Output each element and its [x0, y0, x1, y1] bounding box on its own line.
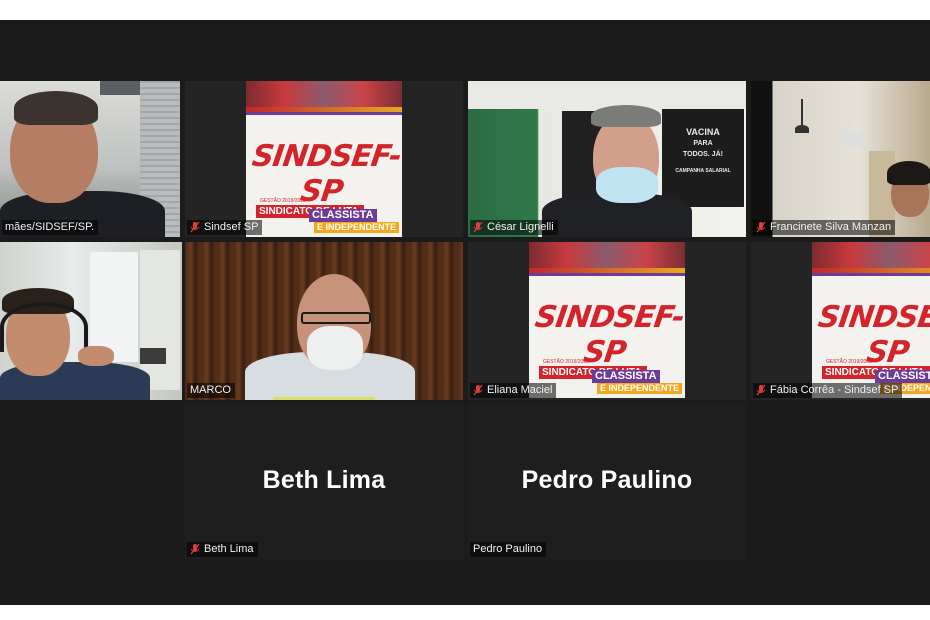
- mic-off-icon: [756, 385, 766, 396]
- participant-name: Pedro Paulino: [473, 543, 543, 555]
- poster-badge-2: CLASSISTA: [309, 209, 377, 222]
- video-tile-9[interactable]: Beth Lima Beth Lima: [185, 403, 463, 559]
- participant-name: Fábia Corrêa - Sindsef SP: [770, 384, 899, 396]
- video-tile-4[interactable]: Francinete Silva Manzan: [751, 81, 930, 237]
- poster-badge-2: CLASSISTA: [592, 370, 660, 383]
- video-tile-3[interactable]: VACINA PARA TODOS. JÁ! CAMPANHA SALARIAL…: [468, 81, 746, 237]
- room-sign-line: TODOS. JÁ!: [683, 151, 723, 158]
- sindsef-poster: SINDSEF-SP GESTÃO 2019/2022 SINDICATO DE…: [529, 242, 685, 398]
- participant-name: César Lignelli: [487, 221, 554, 233]
- video-tile-6[interactable]: MARCO: [185, 242, 463, 400]
- participant-name-label: Pedro Paulino: [470, 542, 547, 557]
- poster-stripe-purple: [246, 112, 402, 115]
- poster-photo-strip: [812, 242, 930, 268]
- video-tile-2[interactable]: SINDSEF-SP GESTÃO 2019/2022 SINDICATO DE…: [185, 81, 463, 237]
- window-bottom-edge: [0, 605, 930, 620]
- participant-name-label: Fábia Corrêa - Sindsef SP: [753, 383, 903, 398]
- meeting-gallery: mães/SIDSEF/SP. SINDSEF-SP GESTÃO 2019/2…: [0, 20, 930, 605]
- room-sign-line: CAMPANHA SALARIAL: [675, 168, 731, 174]
- video-tile-7[interactable]: SINDSEF-SP GESTÃO 2019/2022 SINDICATO DE…: [468, 242, 746, 400]
- participant-video: [0, 242, 182, 400]
- participant-name-label: Eliana Maciel: [470, 383, 557, 398]
- participant-video: [185, 242, 463, 400]
- poster-badge-3: E INDEPENDENTE: [597, 383, 683, 394]
- participant-display-name: Beth Lima: [262, 466, 386, 494]
- room-sign-line: PARA: [693, 140, 713, 147]
- poster-small-text: GESTÃO 2019/2022: [260, 198, 306, 204]
- participant-name-label: César Lignelli: [470, 220, 558, 235]
- participant-name: Francinete Silva Manzan: [770, 221, 892, 233]
- video-tile-5[interactable]: [0, 242, 182, 400]
- poster-badge-2: CLASSISTA: [875, 370, 930, 383]
- participant-name-label: MARCO: [187, 383, 235, 398]
- mic-off-icon: [756, 222, 766, 233]
- room-sign: VACINA PARA TODOS. JÁ! CAMPANHA SALARIAL: [662, 109, 744, 207]
- sindsef-poster: SINDSEF-SP GESTÃO 2019/2022 SINDICATO DE…: [246, 81, 402, 237]
- poster-photo-strip: [246, 81, 402, 107]
- participant-name: Sindsef SP: [204, 221, 259, 233]
- participant-name: Beth Lima: [204, 543, 254, 555]
- participant-name: Eliana Maciel: [487, 384, 553, 396]
- mic-off-icon: [473, 385, 483, 396]
- participant-display-name: Pedro Paulino: [521, 466, 693, 494]
- poster-stripe-purple: [529, 273, 685, 276]
- poster-stripe-purple: [812, 273, 930, 276]
- participant-name: mães/SIDSEF/SP.: [5, 221, 95, 233]
- participant-video: [751, 81, 930, 237]
- mic-off-icon: [190, 222, 200, 233]
- poster-small-text: GESTÃO 2019/2022: [543, 359, 589, 365]
- mic-off-icon: [473, 222, 483, 233]
- room-sign-line: VACINA: [686, 127, 720, 137]
- video-tile-8[interactable]: SINDSEF-SP GESTÃO 2019/2022 SINDICATO DE…: [751, 242, 930, 400]
- sindsef-poster: SINDSEF-SP GESTÃO 2019/2022 SINDICATO DE…: [812, 242, 930, 398]
- participant-video: [0, 81, 180, 237]
- speaking-indicator-bar: [273, 397, 375, 400]
- participant-video: VACINA PARA TODOS. JÁ! CAMPANHA SALARIAL: [468, 81, 746, 237]
- participant-name-label: mães/SIDSEF/SP.: [2, 220, 99, 235]
- poster-photo-strip: [529, 242, 685, 268]
- participant-name-label: Beth Lima: [187, 542, 258, 557]
- video-tile-10[interactable]: Pedro Paulino Pedro Paulino: [468, 403, 746, 559]
- mic-off-icon: [190, 544, 200, 555]
- poster-badge-3: E INDEPENDENTE: [314, 222, 400, 233]
- participant-name-label: Francinete Silva Manzan: [753, 220, 896, 235]
- participant-name: MARCO: [190, 384, 231, 396]
- video-tile-1[interactable]: mães/SIDSEF/SP.: [0, 81, 180, 237]
- participant-name-label: Sindsef SP: [187, 220, 263, 235]
- poster-small-text: GESTÃO 2019/2022: [826, 359, 872, 365]
